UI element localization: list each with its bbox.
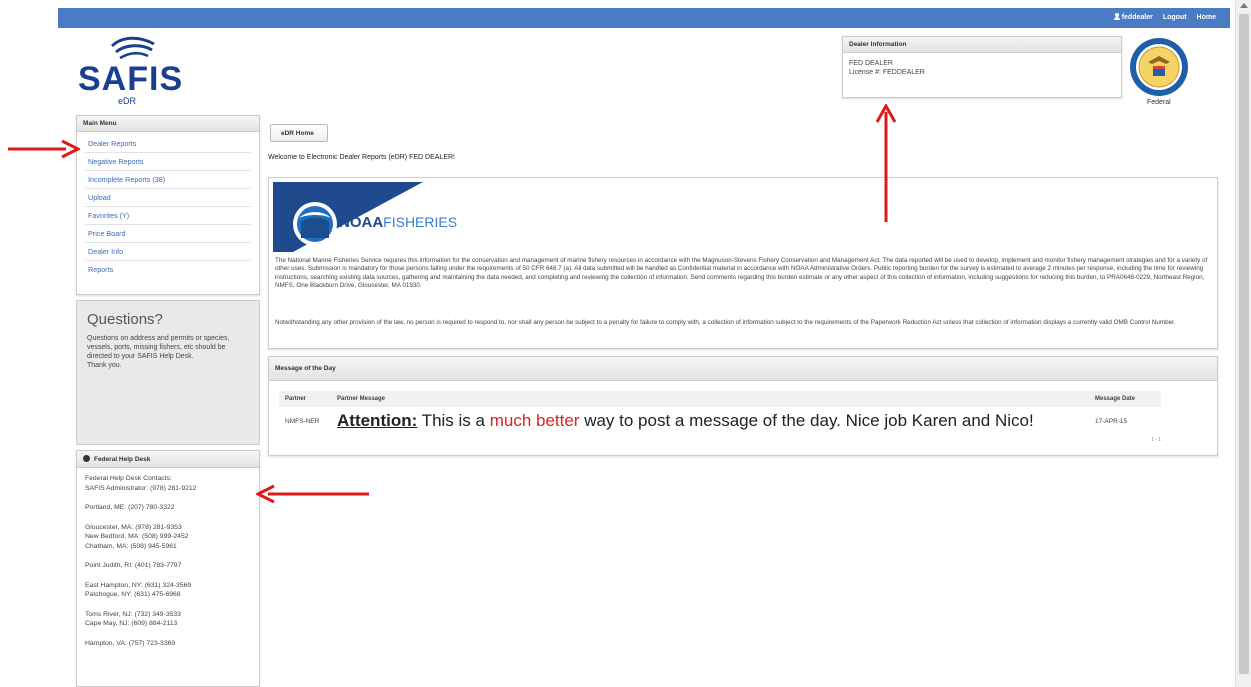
scroll-thumb[interactable] — [1239, 14, 1249, 674]
help-group: East Hampton, NY: (631) 324-3569 Patchogu… — [85, 581, 251, 600]
menu-item-favorites[interactable]: Favorites (Y) — [85, 207, 251, 225]
help-line: New Bedford, MA: (508) 999-2452 — [85, 533, 189, 540]
questions-panel: Questions? Questions on address and perm… — [76, 300, 260, 445]
breadcrumb[interactable]: eDR Home — [270, 124, 328, 142]
menu-item-negative-reports[interactable]: Negative Reports — [85, 153, 251, 171]
home-link[interactable]: Home — [1197, 14, 1216, 21]
menu-item-incomplete-reports[interactable]: Incomplete Reports (38) — [85, 171, 251, 189]
message-attention: Attention: — [337, 411, 418, 430]
department-seal: Federal — [1128, 36, 1190, 108]
table-header-row: Partner Partner Message Message Date — [279, 391, 1161, 407]
dealer-information-title: Dealer Information — [843, 37, 1121, 53]
dealer-license: License #: FEDDEALER — [849, 69, 925, 76]
help-line: Cape May, NJ: (609) 884-2113 — [85, 620, 178, 627]
dealer-name: FED DEALER — [849, 60, 893, 67]
help-desk-title: Federal Help Desk — [94, 456, 151, 463]
user-link[interactable]: feddealer — [1113, 13, 1153, 21]
logo-wordmark: SAFIS — [78, 60, 184, 98]
noaa-fisheries-wordmark: NOAAFISHERIES — [339, 214, 457, 231]
welcome-text: Welcome to Electronic Dealer Reports (eD… — [268, 154, 455, 161]
help-line: Patchogue, NY: (631) 475-6968 — [85, 591, 181, 598]
help-line: Chatham, MA: (508) 945-5961 — [85, 542, 177, 550]
user-icon — [1113, 13, 1120, 20]
cell-partner: NMFS-NER — [285, 417, 320, 425]
message-part2: way to post a message of the day. Nice j… — [579, 411, 1034, 430]
annotation-arrow-helpdesk — [254, 484, 370, 504]
help-line: Federal Help Desk Contacts: — [85, 475, 172, 482]
noaa-wordmark-bold: NOAA — [339, 214, 384, 231]
help-group: Gloucester, MA: (978) 281-9353 New Bedfor… — [85, 523, 251, 552]
record-count: 1 - 1 — [1150, 437, 1161, 443]
questions-title: Questions? — [87, 311, 163, 328]
menu-item-upload[interactable]: Upload — [85, 189, 251, 207]
safis-logo[interactable]: SAFIS eDR — [78, 36, 188, 108]
logout-link[interactable]: Logout — [1163, 14, 1187, 21]
message-highlight: much better — [489, 411, 580, 430]
menu-item-dealer-reports[interactable]: Dealer Reports — [85, 135, 251, 153]
column-header-message[interactable]: Partner Message — [331, 391, 1089, 407]
menu-item-reports[interactable]: Reports — [85, 261, 251, 278]
commerce-seal-icon — [1130, 38, 1188, 96]
dealer-information-panel: Dealer Information FED DEALER License #:… — [842, 36, 1122, 98]
red-arrow-up-icon — [875, 102, 897, 222]
red-arrow-left-icon — [254, 484, 369, 504]
help-line: Toms River, NJ: (732) 349-3533 — [85, 610, 181, 618]
message-of-the-day-panel: Message of the Day Partner Partner Messa… — [268, 356, 1218, 456]
menu-item-dealer-info[interactable]: Dealer Info — [85, 243, 251, 261]
help-line: East Hampton, NY: (631) 324-3569 — [85, 581, 192, 589]
table-row: NMFS-NER Attention: This is a much bette… — [279, 407, 1161, 435]
red-arrow-right-icon — [8, 139, 82, 159]
motd-title: Message of the Day — [269, 357, 1217, 381]
globe-icon — [83, 455, 90, 462]
questions-thanks: Thank you. — [87, 362, 122, 369]
noaa-wordmark-rest: FISHERIES — [383, 214, 458, 230]
help-group: Federal Help Desk Contacts: SAFIS Adminis… — [85, 474, 251, 493]
user-name: feddealer — [1121, 14, 1153, 21]
menu-item-price-board[interactable]: Price Board — [85, 225, 251, 243]
top-navigation-bar: feddealer Logout Home — [58, 8, 1230, 28]
help-group: Portland, ME: (207) 780-3322 — [85, 503, 251, 513]
help-group: Toms River, NJ: (732) 349-3533 Cape May, … — [85, 610, 251, 629]
help-desk-header: Federal Help Desk — [77, 451, 259, 468]
breadcrumb-home[interactable]: eDR Home — [281, 130, 314, 137]
help-line: Hampton, VA: (757) 723-3369 — [85, 639, 176, 647]
main-menu-title: Main Menu — [77, 116, 259, 132]
logo-subtitle: eDR — [118, 96, 137, 106]
seal-label: Federal — [1147, 99, 1171, 106]
message-part1: This is a — [417, 411, 490, 430]
vertical-scrollbar[interactable] — [1235, 0, 1251, 687]
federal-help-desk-panel: Federal Help Desk Federal Help Desk Cont… — [76, 450, 260, 687]
noaa-information-panel: NOAAFISHERIES The National Marine Fisher… — [268, 177, 1218, 349]
help-group: Hampton, VA: (757) 723-3369 — [85, 639, 251, 649]
questions-body: Questions on address and permits or spec… — [87, 335, 230, 360]
annotation-arrow-menu — [8, 139, 82, 159]
paperwork-paragraph: Notwithstanding any other provision of t… — [275, 319, 1176, 326]
privacy-paragraph: The National Marine Fisheries Service re… — [275, 257, 1208, 290]
help-line: SAFIS Administrator: (978) 281-9212 — [85, 484, 197, 492]
cell-message: Attention: This is a much better way to … — [331, 407, 1089, 435]
motd-table: Partner Partner Message Message Date NMF… — [279, 391, 1161, 435]
help-line: Gloucester, MA: (978) 281-9353 — [85, 523, 182, 531]
top-links: feddealer Logout Home — [1113, 13, 1216, 21]
help-line: Point Judith, RI: (401) 783-7797 — [85, 562, 182, 569]
cell-date: 17-APR-15 — [1095, 417, 1128, 425]
column-header-partner[interactable]: Partner — [279, 391, 331, 407]
scroll-up-icon[interactable] — [1240, 3, 1248, 8]
main-menu: Main Menu Dealer Reports Negative Report… — [76, 115, 260, 295]
column-header-date[interactable]: Message Date — [1089, 391, 1161, 407]
help-group: Point Judith, RI: (401) 783-7797 — [85, 561, 251, 571]
help-line: Portland, ME: (207) 780-3322 — [85, 504, 175, 511]
annotation-arrow-dealer — [874, 102, 898, 222]
